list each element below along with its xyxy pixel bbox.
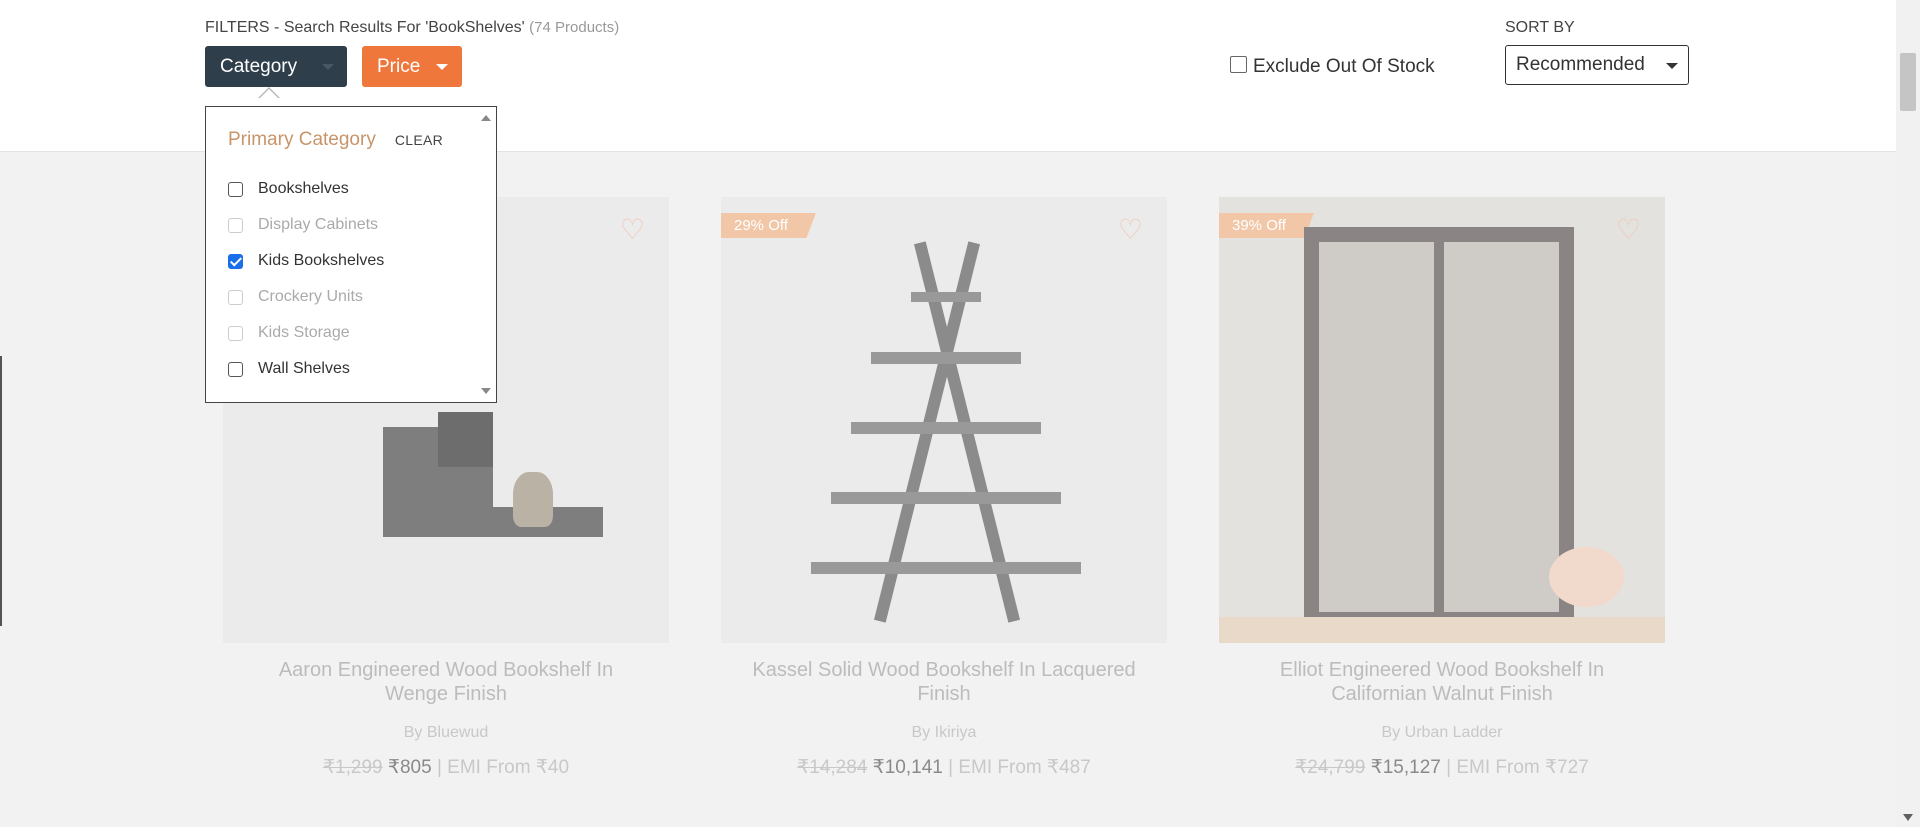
product-name[interactable]: Elliot Engineered Wood Bookshelf In Cali… — [1219, 658, 1665, 706]
dropdown-header: Primary Category CLEAR — [228, 129, 443, 151]
filter-title-text: FILTERS - Search Results For 'BookShelve… — [205, 19, 525, 36]
emi-text: | EMI From ₹40 — [436, 757, 570, 778]
product-name[interactable]: Aaron Engineered Wood Bookshelf In Wenge… — [223, 658, 669, 706]
checkbox[interactable] — [228, 361, 243, 377]
old-price: ₹1,299 — [322, 757, 383, 778]
heart-icon[interactable]: ♡ — [620, 213, 645, 246]
product-card[interactable]: 29% Off ♡ Kassel Solid Wood Bookshelf In… — [721, 197, 1167, 779]
checkbox-checked[interactable] — [228, 253, 243, 269]
category-option-display-cabinets: Display Cabinets — [228, 207, 384, 243]
product-name-line: Finish — [917, 683, 971, 705]
chevron-down-icon — [322, 64, 334, 70]
page-scrollbar[interactable] — [1896, 0, 1920, 827]
new-price: ₹15,127 — [1370, 757, 1441, 778]
product-image[interactable]: 29% Off ♡ — [721, 197, 1167, 643]
emi-text: | EMI From ₹487 — [948, 757, 1091, 778]
exclude-out-of-stock[interactable]: Exclude Out Of Stock — [1230, 55, 1435, 78]
category-option-label: Display Cabinets — [258, 216, 379, 233]
product-price: ₹14,284 ₹10,141 | EMI From ₹487 — [721, 756, 1167, 779]
new-price: ₹10,141 — [872, 757, 943, 778]
exclude-out-of-stock-label: Exclude Out Of Stock — [1253, 56, 1435, 77]
product-image[interactable]: 39% Off ♡ — [1219, 197, 1665, 643]
filter-title: FILTERS - Search Results For 'BookShelve… — [205, 19, 619, 37]
product-name[interactable]: Kassel Solid Wood Bookshelf In Lacquered… — [721, 658, 1167, 706]
scroll-up-icon[interactable] — [481, 115, 491, 121]
old-price: ₹24,799 — [1295, 757, 1366, 778]
product-brand: By Ikiriya — [911, 724, 977, 741]
sort-by-label: SORT BY — [1505, 19, 1575, 36]
product-price: ₹1,299 ₹805 | EMI From ₹40 — [223, 756, 669, 779]
price-filter-button[interactable]: Price — [362, 46, 462, 87]
product-card[interactable]: 39% Off ♡ Elliot Engineered Wood Bookshe… — [1219, 197, 1665, 779]
exclude-out-of-stock-checkbox[interactable] — [1230, 55, 1247, 73]
scroll-down-icon[interactable] — [1903, 814, 1913, 821]
dropdown-pointer-inner — [259, 89, 279, 99]
chevron-down-icon — [436, 64, 448, 70]
emi-text: | EMI From ₹727 — [1446, 757, 1589, 778]
product-name-line: Aaron Engineered Wood Bookshelf In — [278, 659, 614, 681]
product-price: ₹24,799 ₹15,127 | EMI From ₹727 — [1219, 756, 1665, 779]
category-option-bookshelves[interactable]: Bookshelves — [228, 171, 384, 207]
checkbox — [228, 325, 243, 341]
product-brand: By Urban Ladder — [1381, 724, 1503, 741]
price-filter-label: Price — [377, 56, 421, 77]
discount-badge: 29% Off — [721, 213, 816, 238]
category-option-wall-shelves[interactable]: Wall Shelves — [228, 351, 384, 387]
category-option-label: Kids Bookshelves — [258, 252, 385, 269]
chevron-down-icon — [1666, 63, 1678, 69]
category-option-crockery-units: Crockery Units — [228, 279, 384, 315]
product-name-line: Elliot Engineered Wood Bookshelf In — [1279, 659, 1605, 681]
category-option-label: Kids Storage — [258, 324, 350, 341]
checkbox[interactable] — [228, 181, 243, 197]
checkbox — [228, 289, 243, 305]
product-brand: By Bluewud — [403, 724, 489, 741]
product-name-line: Kassel Solid Wood Bookshelf In Lacquered — [752, 659, 1136, 681]
category-option-label: Wall Shelves — [258, 360, 350, 377]
category-dropdown: Primary Category CLEAR Bookshelves Displ… — [205, 106, 497, 403]
category-option-label: Bookshelves — [258, 180, 349, 197]
heart-icon[interactable]: ♡ — [1616, 213, 1641, 246]
category-option-kids-bookshelves[interactable]: Kids Bookshelves — [228, 243, 384, 279]
category-filter-button[interactable]: Category — [205, 46, 347, 87]
category-list: Bookshelves Display Cabinets Kids Booksh… — [228, 171, 384, 387]
product-name-line: Californian Walnut Finish — [1331, 683, 1553, 705]
scroll-down-icon[interactable] — [481, 388, 491, 394]
left-edge-tab — [0, 356, 2, 626]
product-count: (74 Products) — [529, 19, 620, 36]
product-name-line: Wenge Finish — [385, 683, 507, 705]
scrollbar-thumb[interactable] — [1900, 53, 1916, 111]
heart-icon[interactable]: ♡ — [1118, 213, 1143, 246]
sort-by-value: Recommended — [1516, 54, 1645, 75]
clear-button[interactable]: CLEAR — [395, 132, 443, 148]
category-option-kids-storage: Kids Storage — [228, 315, 384, 351]
old-price: ₹14,284 — [797, 757, 868, 778]
dropdown-scrollbar[interactable] — [476, 107, 496, 402]
checkbox — [228, 217, 243, 233]
sort-by-select[interactable]: Recommended — [1505, 45, 1689, 85]
category-option-label: Crockery Units — [258, 288, 363, 305]
primary-category-title: Primary Category — [228, 129, 376, 150]
discount-badge: 39% Off — [1219, 213, 1314, 238]
new-price: ₹805 — [387, 757, 432, 778]
category-filter-label: Category — [220, 56, 298, 77]
